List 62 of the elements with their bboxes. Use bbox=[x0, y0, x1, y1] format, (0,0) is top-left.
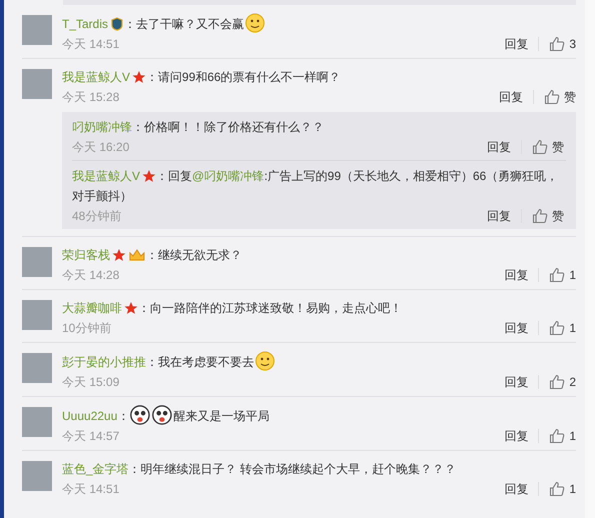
reply-button[interactable]: 回复 bbox=[487, 204, 521, 228]
comment-text: 蓝色_金字塔：明年继续混日子？ 转会市场继续起个大早，赶个晚集？？？ bbox=[62, 461, 458, 478]
cartoon-face-icon bbox=[130, 405, 150, 425]
reply-button[interactable]: 回复 bbox=[504, 480, 538, 498]
comment-text: 彭于晏的小推推：我在考虑要不要去 bbox=[62, 351, 576, 372]
reply-button[interactable]: 回复 bbox=[487, 135, 521, 159]
thumbs-up-icon bbox=[532, 208, 548, 224]
like-button[interactable]: 赞 bbox=[534, 88, 576, 106]
comment-text: T_Tardis ：去了干嘛？又不会赢 bbox=[62, 13, 576, 34]
reply-button[interactable]: 回复 bbox=[504, 373, 538, 391]
timestamp: 今天 15:28 bbox=[62, 89, 120, 106]
avatar-placeholder[interactable] bbox=[22, 300, 52, 330]
like-button[interactable]: 赞 bbox=[522, 135, 564, 159]
reply-button[interactable]: 回复 bbox=[504, 35, 538, 53]
like-button[interactable]: 1 bbox=[539, 266, 576, 284]
comment-text: 荣归客栈 ：继续无欲无求？ bbox=[62, 247, 243, 264]
avatar-placeholder[interactable] bbox=[22, 461, 52, 491]
star-icon bbox=[142, 169, 156, 183]
like-button[interactable]: 1 bbox=[539, 319, 576, 337]
like-button[interactable]: 2 bbox=[539, 373, 576, 391]
thumbs-up-icon bbox=[549, 374, 566, 390]
thumbs-up-icon bbox=[549, 481, 566, 497]
reply-button[interactable]: 回复 bbox=[499, 88, 533, 106]
smiley-icon bbox=[255, 351, 275, 371]
like-button[interactable]: 1 bbox=[539, 427, 576, 445]
thumbs-up-icon bbox=[549, 320, 566, 336]
comment-text: 叼奶嘴冲锋：价格啊！！除了价格还有什么？？ bbox=[72, 119, 325, 136]
avatar-placeholder[interactable] bbox=[22, 247, 52, 277]
shield-icon bbox=[110, 17, 124, 31]
avatar-placeholder[interactable] bbox=[22, 69, 52, 99]
thumbs-up-icon bbox=[549, 36, 566, 52]
star-icon bbox=[124, 301, 138, 315]
like-button[interactable]: 赞 bbox=[522, 204, 564, 228]
like-button[interactable]: 1 bbox=[539, 480, 576, 498]
reply-button[interactable]: 回复 bbox=[504, 427, 538, 445]
avatar-placeholder[interactable] bbox=[22, 353, 52, 383]
timestamp: 10分钟前 bbox=[62, 320, 112, 337]
reply-button[interactable]: 回复 bbox=[504, 319, 538, 337]
crown-icon bbox=[128, 248, 146, 262]
avatar-placeholder[interactable] bbox=[22, 15, 52, 45]
cartoon-face-icon bbox=[152, 405, 172, 425]
timestamp: 今天 14:51 bbox=[62, 481, 120, 498]
thumbs-up-icon bbox=[549, 428, 566, 444]
timestamp: 今天 16:20 bbox=[72, 139, 130, 156]
thumbs-up-icon bbox=[532, 139, 548, 155]
comment-text: Uuuu22uu： 醒来又是一场平局 bbox=[62, 405, 576, 426]
comment-text: 我是蓝鲸人V ：请问99和66的票有什么不一样啊？ bbox=[62, 69, 342, 86]
thumbs-up-icon bbox=[544, 89, 560, 105]
comment-text: 大蒜瓣咖啡 ：向一路陪伴的江苏球迷致敬！易购，走点心吧！ bbox=[62, 300, 403, 317]
timestamp: 今天 15:09 bbox=[62, 374, 120, 391]
smiley-icon bbox=[245, 13, 266, 33]
like-button[interactable]: 3 bbox=[539, 35, 576, 53]
avatar-placeholder[interactable] bbox=[22, 407, 52, 437]
comment-text: 我是蓝鲸人V ：回复@叼奶嘴冲锋:广告上写的99（天长地久，相爱相守）66（勇狮狂吼，对手颤抖） bbox=[72, 168, 560, 205]
star-icon bbox=[112, 248, 126, 262]
timestamp: 今天 14:57 bbox=[62, 428, 120, 445]
timestamp: 48分钟前 bbox=[72, 208, 122, 225]
timestamp: 今天 14:28 bbox=[62, 267, 120, 284]
star-icon bbox=[132, 70, 146, 84]
timestamp: 今天 14:51 bbox=[62, 36, 120, 53]
thumbs-up-icon bbox=[549, 267, 566, 283]
reply-button[interactable]: 回复 bbox=[504, 266, 538, 284]
